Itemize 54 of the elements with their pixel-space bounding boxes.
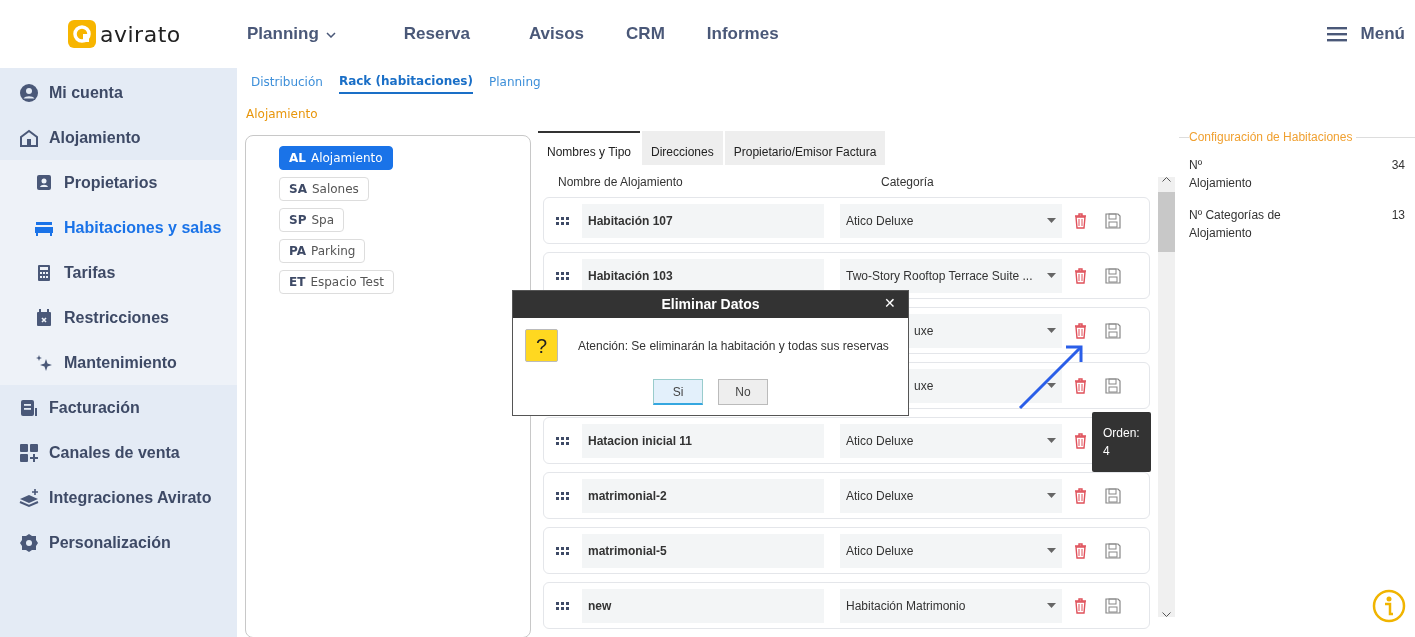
name-field[interactable]: matrimonial-2 — [582, 478, 824, 513]
panel-tab[interactable]: Propietario/Emisor Factura — [724, 131, 886, 165]
category-select[interactable]: Atico Deluxe — [840, 423, 1062, 458]
name-field[interactable]: Hatacion inicial 11 — [582, 423, 824, 458]
dialog-button[interactable]: No — [718, 379, 768, 405]
sub-tab[interactable]: Planning — [488, 72, 541, 94]
name-field[interactable]: matrimonial-5 — [582, 533, 824, 568]
panel-tab[interactable]: Direcciones — [642, 131, 723, 165]
category-select[interactable]: Atico Deluxe — [840, 203, 1062, 238]
type-button[interactable]: PA Parking — [279, 239, 366, 263]
category-select[interactable]: Atico Deluxe — [840, 478, 1062, 513]
stat-label: Nº Alojamiento — [1189, 157, 1249, 192]
close-button[interactable]: ✕ — [884, 293, 896, 314]
type-button[interactable]: AL Alojamiento — [279, 146, 393, 170]
nav-link[interactable]: Avisos — [528, 21, 585, 47]
sidebar-item[interactable]: Mantenimiento — [0, 340, 237, 385]
sidebar-item[interactable]: Personalización — [0, 520, 237, 565]
sidebar-item[interactable]: Canales de venta — [0, 430, 237, 475]
stat-value: 13 — [1391, 207, 1405, 224]
type-button[interactable]: ET Espacio Test — [279, 270, 394, 294]
config-title: Configuración de Habitaciones — [1189, 129, 1353, 146]
nav-link[interactable]: Informes — [706, 21, 779, 47]
category-select[interactable]: Two-Story Rooftop Terrace Suite ... — [840, 258, 1062, 293]
sidebar-item[interactable]: Propietarios — [0, 160, 237, 205]
tooltip: Orden: 4 — [1092, 412, 1151, 472]
type-button[interactable]: SA Salones — [279, 177, 369, 201]
column-header: Categoría — [881, 174, 934, 191]
stat-value: 34 — [1391, 157, 1405, 174]
brand-name: avirato — [100, 20, 181, 49]
name-field[interactable]: Habitación 103 — [582, 258, 824, 293]
sidebar-item[interactable]: Habitaciones y salas — [0, 205, 237, 250]
sidebar-item[interactable]: Alojamiento — [0, 115, 237, 160]
sidebar-item[interactable]: Tarifas — [0, 250, 237, 295]
dialog-button[interactable]: Si — [653, 379, 703, 405]
sidebar-item[interactable]: Restricciones — [0, 295, 237, 340]
name-field[interactable]: Habitación 107 — [582, 203, 824, 238]
category-select[interactable]: Habitación Matrimonio — [840, 588, 1062, 623]
sidebar-item[interactable]: Facturación — [0, 385, 237, 430]
sidebar-item[interactable]: Mi cuenta — [0, 70, 237, 115]
sub-tab[interactable]: Distribución — [251, 72, 323, 94]
sub-tab[interactable]: Rack (habitaciones) — [338, 72, 473, 94]
category-select[interactable]: Atico Deluxe — [840, 533, 1062, 568]
dialog-title: Eliminar Datos — [661, 295, 760, 314]
nav-link[interactable]: Planning — [247, 21, 336, 47]
nav-link[interactable]: CRM — [626, 21, 665, 47]
name-field[interactable]: new — [582, 588, 824, 623]
section-label: Alojamiento — [246, 106, 318, 123]
question-icon: ? — [525, 329, 558, 362]
type-button[interactable]: SP Spa — [279, 208, 345, 232]
column-header: Nombre de Alojamiento — [558, 174, 684, 191]
menu-button[interactable]: Menú — [1326, 21, 1405, 47]
stat-label: Nº Categorías de Alojamiento — [1189, 207, 1282, 242]
nav-link[interactable]: Reserva — [403, 21, 470, 47]
sidebar-item[interactable]: Integraciones Avirato — [0, 475, 237, 520]
